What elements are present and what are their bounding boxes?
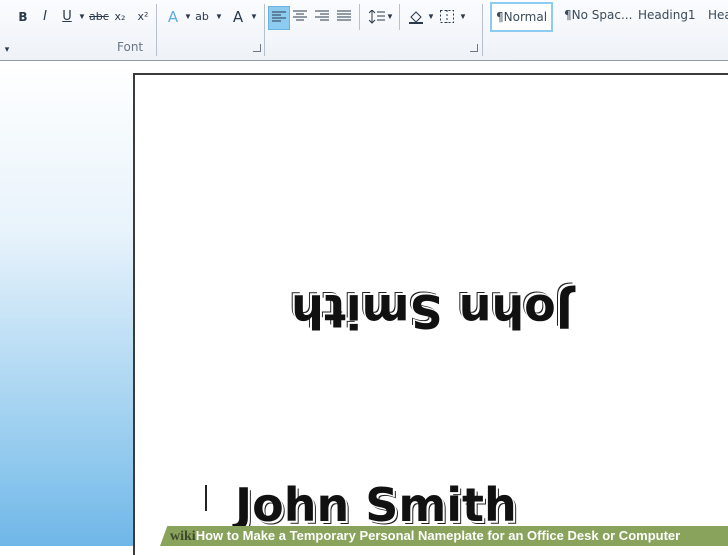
justify-icon [337, 10, 351, 21]
italic-button[interactable]: I [38, 7, 52, 27]
bold-button[interactable]: B [16, 7, 30, 27]
borders-dropdown-icon[interactable]: ▼ [459, 7, 467, 27]
separator [399, 4, 400, 30]
clipboard-launcher-icon[interactable]: ▾ [0, 40, 14, 60]
separator [264, 4, 265, 56]
font-group-label: Font [117, 40, 144, 54]
justify-button[interactable] [334, 6, 354, 28]
line-spacing-dropdown-icon[interactable]: ▼ [386, 7, 394, 27]
highlight-button[interactable]: ab [195, 7, 209, 27]
wiki-logo: wiki [170, 529, 196, 544]
underline-dropdown-icon[interactable]: ▼ [78, 7, 86, 27]
superscript-button[interactable]: x² [136, 7, 150, 27]
ribbon: B I U ▼ abc x₂ x² A ▼ ab ▼ A ▼ Font ▼ ▼ … [0, 0, 728, 61]
align-center-button[interactable] [290, 6, 310, 28]
line-spacing-icon [369, 10, 385, 24]
align-center-icon [293, 10, 307, 21]
separator [359, 4, 360, 30]
caption-text: to Make a Temporary Personal Nameplate f… [223, 528, 681, 543]
text-effects-button[interactable]: A [166, 7, 180, 27]
text-cursor [205, 485, 207, 511]
nameplate-flipped-text[interactable]: John Smith [132, 276, 728, 346]
borders-icon [440, 10, 454, 23]
underline-button[interactable]: U [60, 7, 74, 27]
style-heading1[interactable]: Heading1 [634, 2, 700, 28]
align-left-icon [272, 11, 286, 22]
text-effects-dropdown-icon[interactable]: ▼ [184, 7, 192, 27]
subscript-button[interactable]: x₂ [113, 7, 127, 27]
caption-how: How [195, 528, 224, 543]
paragraph-dialog-launcher-icon[interactable] [470, 44, 478, 52]
highlight-dropdown-icon[interactable]: ▼ [215, 7, 223, 27]
paint-bucket-icon [409, 11, 423, 24]
align-left-button[interactable] [268, 6, 290, 30]
style-no-spacing[interactable]: ¶No Spac... [560, 2, 636, 28]
shading-button[interactable] [405, 6, 425, 28]
strikethrough-button[interactable]: abc [89, 7, 109, 27]
borders-button[interactable] [437, 6, 457, 28]
workspace-background [0, 61, 135, 546]
align-right-icon [315, 10, 329, 21]
font-dialog-launcher-icon[interactable] [253, 44, 261, 52]
align-right-button[interactable] [312, 6, 332, 28]
line-spacing-button[interactable] [366, 6, 386, 28]
separator [482, 4, 483, 56]
font-color-button[interactable]: A [231, 7, 245, 27]
separator [156, 4, 157, 56]
font-color-dropdown-icon[interactable]: ▼ [250, 7, 258, 27]
style-heading2[interactable]: Hea [704, 2, 728, 28]
shading-dropdown-icon[interactable]: ▼ [427, 7, 435, 27]
document-page[interactable]: John Smith John Smith [133, 73, 728, 555]
caption: wikiHow to Make a Temporary Personal Nam… [170, 526, 680, 546]
style-normal[interactable]: ¶Normal [490, 2, 554, 32]
